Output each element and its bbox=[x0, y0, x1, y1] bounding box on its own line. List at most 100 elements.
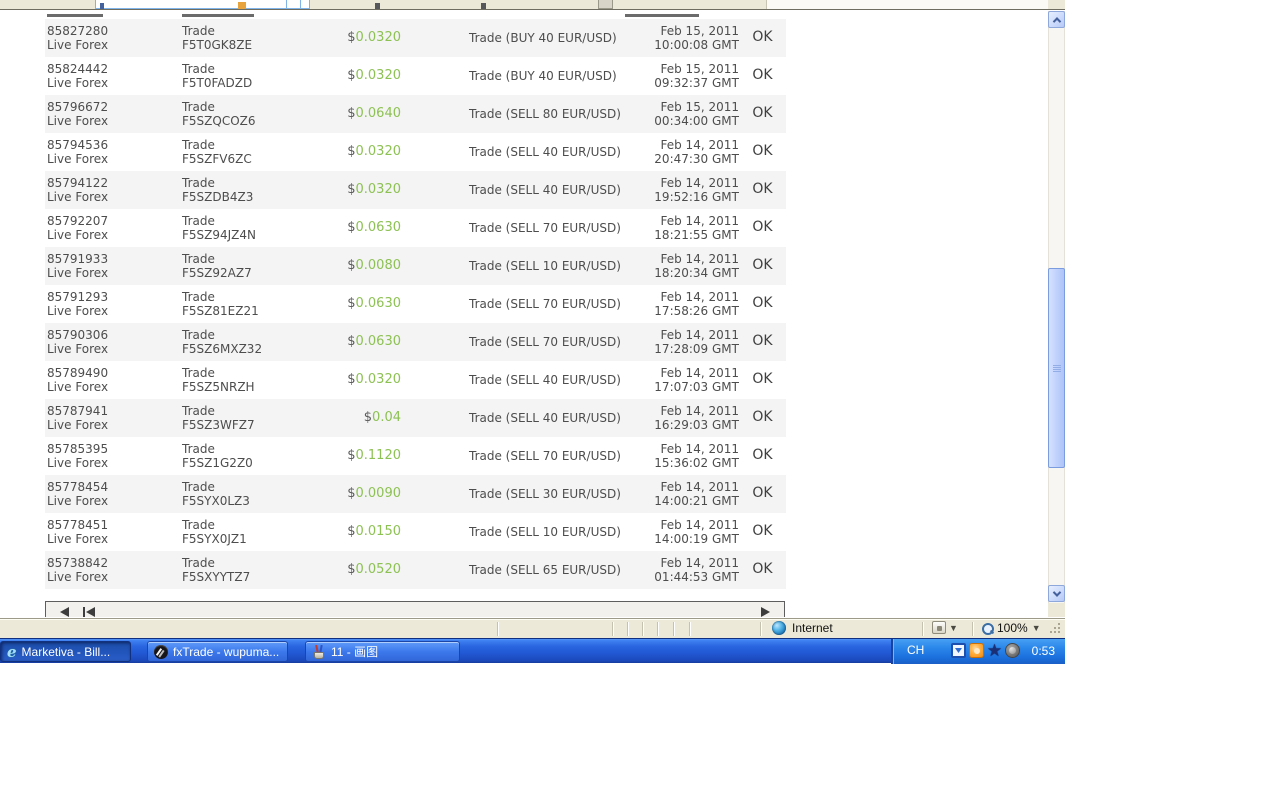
date-cell: Feb 14, 2011 19:52:16 GMT bbox=[654, 176, 739, 204]
statusbar-separator bbox=[760, 622, 761, 636]
tray-icons: ★ bbox=[951, 642, 1020, 659]
scroll-down-button[interactable] bbox=[1048, 585, 1065, 602]
transaction-id-cell: 85794536 Live Forex bbox=[47, 138, 109, 166]
transaction-id-cell: 85738842 Live Forex bbox=[47, 556, 109, 584]
description-cell: Trade (SELL 70 EUR/USD) bbox=[469, 449, 621, 463]
table-row[interactable]: 85789490 Live Forex Trade F5SZ5NRZH $0.032… bbox=[45, 361, 786, 399]
page-right-icon[interactable] bbox=[761, 607, 770, 617]
description-cell: Trade (SELL 70 EUR/USD) bbox=[469, 297, 621, 311]
orange-avatar-icon[interactable] bbox=[969, 643, 984, 658]
webcam-icon[interactable] bbox=[1005, 643, 1020, 658]
date-cell: Feb 14, 2011 17:28:09 GMT bbox=[654, 328, 739, 356]
transaction-id-cell: 85796672 Live Forex bbox=[47, 100, 109, 128]
trade-code-cell: Trade F5SZDB4Z3 bbox=[182, 176, 254, 204]
table-row[interactable]: 85792207 Live Forex Trade F5SZ94JZ4N $0.06… bbox=[45, 209, 786, 247]
table-row[interactable]: 85778451 Live Forex Trade F5SYX0JZ1 $0.015… bbox=[45, 513, 786, 551]
date-cell: Feb 14, 2011 18:21:55 GMT bbox=[654, 214, 739, 242]
date-cell: Feb 14, 2011 14:00:21 GMT bbox=[654, 480, 739, 508]
star-icon[interactable]: ★ bbox=[987, 642, 1002, 659]
amount-cell: $0.0320 bbox=[347, 68, 401, 83]
transaction-id-cell: 85790306 Live Forex bbox=[47, 328, 109, 356]
resize-grip[interactable] bbox=[1050, 623, 1062, 635]
table-row[interactable]: 85785395 Live Forex Trade F5SZ1G2Z0 $0.112… bbox=[45, 437, 786, 475]
taskbar-button-label: fxTrade - wupuma... bbox=[173, 644, 280, 659]
transaction-id-cell: 85789490 Live Forex bbox=[47, 366, 109, 394]
table-row[interactable]: 85796672 Live Forex Trade F5SZQCOZ6 $0.064… bbox=[45, 95, 786, 133]
description-cell: Trade (SELL 40 EUR/USD) bbox=[469, 183, 621, 197]
date-cell: Feb 14, 2011 14:00:19 GMT bbox=[654, 518, 739, 546]
statusbar-separator bbox=[673, 622, 674, 636]
zone-label: Internet bbox=[792, 621, 833, 635]
taskbar-button-label: Marketiva - Bill... bbox=[21, 644, 111, 659]
statusbar-separator bbox=[497, 622, 498, 636]
messenger-icon[interactable] bbox=[951, 643, 966, 658]
table-row[interactable]: 85791293 Live Forex Trade F5SZ81EZ21 $0.06… bbox=[45, 285, 786, 323]
protected-mode-pane[interactable]: ▼ bbox=[932, 621, 958, 634]
table-row[interactable]: 85794122 Live Forex Trade F5SZDB4Z3 $0.032… bbox=[45, 171, 786, 209]
description-cell: Trade (BUY 40 EUR/USD) bbox=[469, 31, 617, 45]
scroll-up-button[interactable] bbox=[1048, 11, 1065, 28]
taskbar-button-label: 11 - 画图 bbox=[331, 645, 379, 659]
table-row[interactable]: 85827280 Live Forex Trade F5T0GK8ZE $0.032… bbox=[45, 19, 786, 57]
tray-divider bbox=[891, 639, 893, 664]
chrome-fragment bbox=[286, 0, 301, 9]
transaction-id-cell: 85791933 Live Forex bbox=[47, 252, 109, 280]
description-cell: Trade (SELL 10 EUR/USD) bbox=[469, 525, 621, 539]
table-row[interactable]: 85824442 Live Forex Trade F5T0FADZD $0.032… bbox=[45, 57, 786, 95]
taskbar-button-marketiva[interactable]: e Marketiva - Bill... bbox=[0, 641, 131, 662]
description-cell: Trade (SELL 70 EUR/USD) bbox=[469, 221, 621, 235]
status-cell: OK bbox=[752, 561, 773, 577]
transaction-id-cell: 85827280 Live Forex bbox=[47, 24, 109, 52]
page-left-icon[interactable] bbox=[60, 607, 69, 617]
amount-cell: $0.0090 bbox=[347, 486, 401, 501]
table-row[interactable]: 85791933 Live Forex Trade F5SZ92AZ7 $0.008… bbox=[45, 247, 786, 285]
page-first-icon[interactable] bbox=[83, 607, 85, 617]
status-cell: OK bbox=[752, 219, 773, 235]
page-first-icon[interactable] bbox=[86, 607, 95, 617]
amount-cell: $0.0630 bbox=[347, 296, 401, 311]
date-cell: Feb 14, 2011 15:36:02 GMT bbox=[654, 442, 739, 470]
transaction-id-cell: 85792207 Live Forex bbox=[47, 214, 109, 242]
table-row[interactable]: 85790306 Live Forex Trade F5SZ6MXZ32 $0.06… bbox=[45, 323, 786, 361]
table-row[interactable]: 85778454 Live Forex Trade F5SYX0LZ3 $0.009… bbox=[45, 475, 786, 513]
table-row[interactable]: 85794536 Live Forex Trade F5SZFV6ZC $0.032… bbox=[45, 133, 786, 171]
status-bar: Internet ▼ 100% ▼ bbox=[0, 618, 1065, 638]
statusbar-separator bbox=[642, 622, 643, 636]
zoom-control[interactable]: 100% ▼ bbox=[982, 621, 1041, 635]
trade-code-cell: Trade F5T0GK8ZE bbox=[182, 24, 253, 52]
taskbar-button-paint[interactable]: 11 - 画图 bbox=[305, 641, 460, 662]
address-bar-fragment bbox=[95, 0, 310, 9]
scrollbar-corner bbox=[1048, 603, 1065, 617]
status-cell: OK bbox=[752, 523, 773, 539]
amount-cell: $0.1120 bbox=[347, 448, 401, 463]
transaction-id-cell: 85778454 Live Forex bbox=[47, 480, 109, 508]
clipped-text bbox=[182, 14, 254, 17]
transaction-table: 85827280 Live Forex Trade F5T0GK8ZE $0.032… bbox=[45, 19, 786, 589]
amount-cell: $0.0640 bbox=[347, 106, 401, 121]
taskbar-button-fxtrade[interactable]: fxTrade - wupuma... bbox=[147, 641, 288, 662]
status-cell: OK bbox=[752, 105, 773, 121]
amount-cell: $0.0320 bbox=[347, 144, 401, 159]
trade-code-cell: Trade F5SZ81EZ21 bbox=[182, 290, 259, 318]
trade-code-cell: Trade F5SZ6MXZ32 bbox=[182, 328, 263, 356]
status-cell: OK bbox=[752, 295, 773, 311]
scrollbar-thumb[interactable] bbox=[1048, 268, 1065, 468]
trade-code-cell: Trade F5T0FADZD bbox=[182, 62, 253, 90]
transaction-id-cell: 85794122 Live Forex bbox=[47, 176, 109, 204]
chrome-fragment bbox=[375, 3, 380, 9]
table-row[interactable]: 85787941 Live Forex Trade F5SZ3WFZ7 $0.04 … bbox=[45, 399, 786, 437]
status-cell: OK bbox=[752, 181, 773, 197]
status-cell: OK bbox=[752, 67, 773, 83]
table-row[interactable]: 85738842 Live Forex Trade F5SXYYTZ7 $0.052… bbox=[45, 551, 786, 589]
globe-icon bbox=[772, 621, 786, 635]
statusbar-separator bbox=[612, 622, 613, 636]
vertical-scrollbar[interactable] bbox=[1048, 11, 1065, 603]
status-cell: OK bbox=[752, 485, 773, 501]
taskbar-clock[interactable]: 0:53 bbox=[1032, 644, 1055, 658]
amount-cell: $0.0320 bbox=[347, 372, 401, 387]
amount-cell: $0.0080 bbox=[347, 258, 401, 273]
language-indicator[interactable]: CH bbox=[907, 643, 924, 657]
description-cell: Trade (SELL 40 EUR/USD) bbox=[469, 411, 621, 425]
date-cell: Feb 14, 2011 16:29:03 GMT bbox=[654, 404, 739, 432]
description-cell: Trade (SELL 65 EUR/USD) bbox=[469, 563, 621, 577]
